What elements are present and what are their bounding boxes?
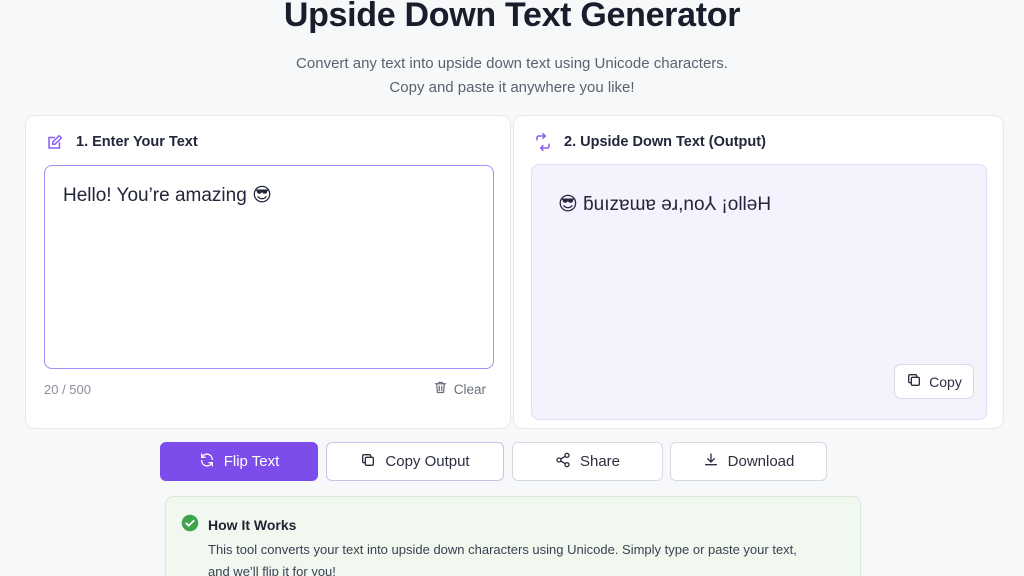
output-panel-title: 2. Upside Down Text (Output)	[564, 134, 766, 150]
check-circle-icon	[181, 514, 199, 535]
how-it-works-panel: How It Works This tool converts your tex…	[165, 496, 861, 576]
flipped-text[interactable]: 😎 ƃuızɐɯɐ ǝɹ,no⅄ ¡ollǝH	[558, 193, 771, 216]
copy-output-label: Copy Output	[385, 453, 470, 470]
download-icon	[703, 452, 719, 472]
share-button[interactable]: Share	[512, 442, 663, 481]
text-input[interactable]: Hello! You’re amazing 😎	[44, 165, 494, 369]
trash-icon	[433, 380, 448, 398]
share-icon	[555, 452, 571, 472]
input-panel-title: 1. Enter Your Text	[76, 134, 198, 150]
refresh-icon	[199, 452, 215, 472]
output-panel: 2. Upside Down Text (Output) 😎 ƃuızɐɯɐ ǝ…	[513, 115, 1004, 429]
copy-label: Copy	[929, 373, 962, 390]
copy-output-button[interactable]: Copy Output	[326, 442, 504, 481]
download-button[interactable]: Download	[670, 442, 827, 481]
copy-button[interactable]: Copy	[894, 364, 974, 399]
download-label: Download	[727, 453, 795, 470]
how-it-works-header: How It Works	[181, 514, 296, 535]
flip-text-button[interactable]: Flip Text	[160, 442, 318, 481]
clear-label: Clear	[453, 381, 486, 397]
how-it-works-line-2: and we’ll flip it for you!	[208, 564, 336, 576]
output-panel-header: 2. Upside Down Text (Output)	[534, 132, 766, 152]
copy-icon	[906, 372, 922, 391]
input-panel: 1. Enter Your Text Hello! You’re amazing…	[25, 115, 511, 429]
subtitle-line-2: Copy and paste it anywhere you like!	[389, 79, 635, 96]
copy-icon	[360, 452, 376, 472]
clear-button[interactable]: Clear	[433, 380, 486, 398]
how-it-works-title: How It Works	[208, 516, 297, 533]
output-area: 😎 ƃuızɐɯɐ ǝɹ,no⅄ ¡ollǝH Copy	[531, 164, 987, 420]
page-subtitle: Convert any text into upside down text u…	[0, 52, 1024, 100]
page-title: Upside Down Text Generator	[283, 0, 741, 34]
how-it-works-line-1: This tool converts your text into upside…	[208, 542, 797, 557]
character-counter: 20 / 500	[44, 382, 91, 397]
edit-icon	[46, 133, 64, 151]
flip-text-label: Flip Text	[223, 453, 280, 470]
flip-arrows-icon	[534, 133, 552, 151]
how-it-works-text: This tool converts your text into upside…	[208, 539, 838, 576]
subtitle-line-1: Convert any text into upside down text u…	[296, 55, 728, 72]
input-panel-header: 1. Enter Your Text	[46, 132, 198, 152]
share-label: Share	[579, 453, 621, 470]
